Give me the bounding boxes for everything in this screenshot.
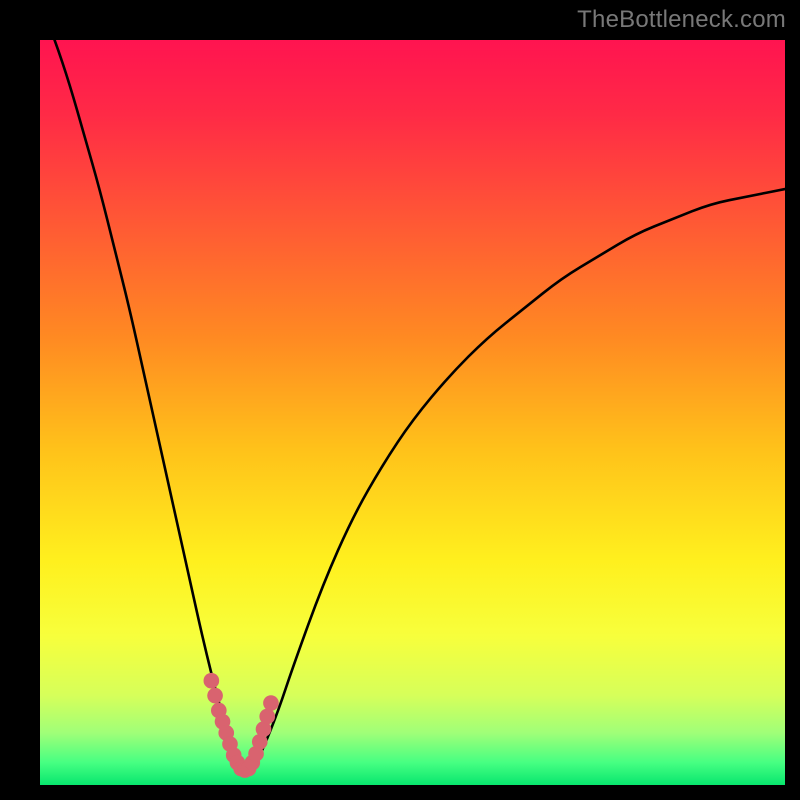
highlight-dot [207, 688, 223, 704]
chart-frame: TheBottleneck.com [0, 0, 800, 800]
highlight-dot [263, 695, 279, 711]
highlight-dot [259, 709, 275, 725]
plot-area [40, 40, 785, 785]
bottleneck-curve [40, 40, 785, 785]
highlight-dot [204, 673, 220, 689]
watermark-text: TheBottleneck.com [577, 6, 786, 34]
